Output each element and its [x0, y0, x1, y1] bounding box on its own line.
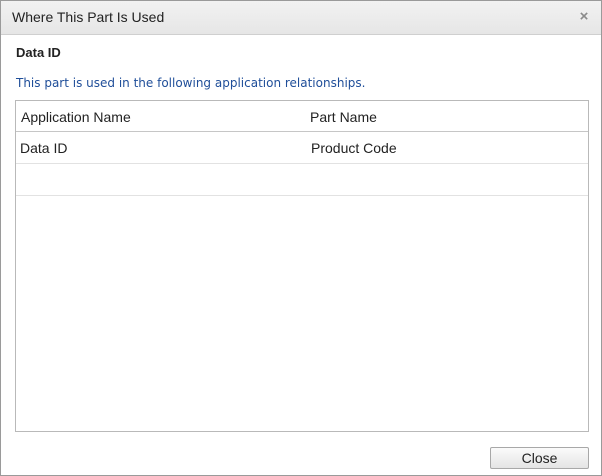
table-header: Application Name Part Name [16, 101, 588, 132]
table-row[interactable]: Data ID Product Code [16, 132, 588, 164]
usage-table: Application Name Part Name Data ID Produ… [15, 100, 589, 432]
table-row[interactable] [16, 164, 588, 196]
info-text: This part is used in the following appli… [16, 76, 366, 90]
close-button[interactable]: Close [490, 447, 589, 469]
where-used-dialog: Where This Part Is Used × Data ID This p… [0, 0, 602, 476]
section-title: Data ID [16, 45, 61, 60]
dialog-titlebar: Where This Part Is Used × [1, 1, 601, 35]
close-icon[interactable]: × [577, 9, 591, 24]
cell-part-name: Product Code [311, 140, 397, 156]
cell-application-name: Data ID [20, 140, 68, 156]
column-header-application-name[interactable]: Application Name [21, 109, 131, 125]
column-header-part-name[interactable]: Part Name [310, 109, 377, 125]
dialog-title: Where This Part Is Used [12, 9, 165, 25]
